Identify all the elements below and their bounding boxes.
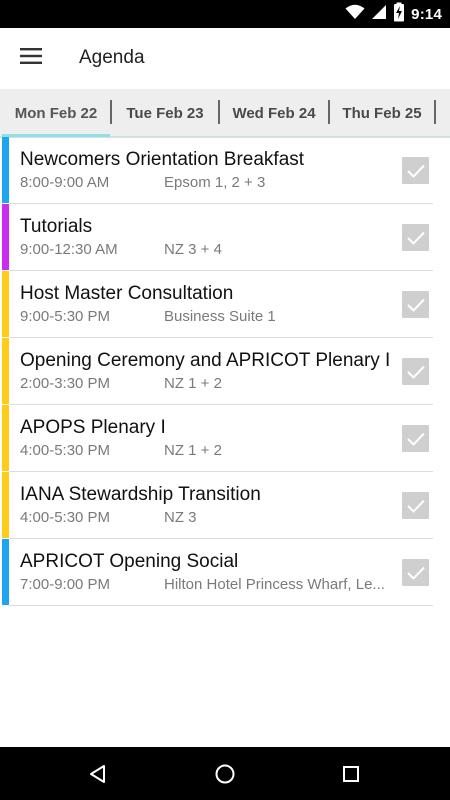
agenda-list: Newcomers Orientation Breakfast 8:00-9:0… <box>0 137 450 606</box>
agenda-item[interactable]: APOPS Plenary I 4:00-5:30 PM NZ 1 + 2 <box>0 405 450 472</box>
add-to-schedule-checkbox[interactable] <box>402 425 429 452</box>
list-divider <box>9 605 433 606</box>
tab-divider <box>434 100 436 124</box>
session-time: 2:00-3:30 PM <box>20 375 111 392</box>
checkmark-icon <box>406 566 425 580</box>
category-color-stripe <box>2 405 9 471</box>
hamburger-menu-icon <box>20 47 42 70</box>
add-to-schedule-checkbox[interactable] <box>402 358 429 385</box>
session-title: Opening Ceremony and APRICOT Plenary I <box>20 350 391 371</box>
date-tabs: Mon Feb 22 Tue Feb 23 Wed Feb 24 Thu Feb… <box>0 89 450 138</box>
recents-button[interactable] <box>321 747 381 800</box>
session-title: APRICOT Opening Social <box>20 551 239 572</box>
session-title: Host Master Consultation <box>20 283 234 304</box>
checkmark-icon <box>406 231 425 245</box>
status-icons: 9:14 <box>345 0 442 28</box>
add-to-schedule-checkbox[interactable] <box>402 559 429 586</box>
agenda-item[interactable]: Tutorials 9:00-12:30 AM NZ 3 + 4 <box>0 204 450 271</box>
session-title: APOPS Plenary I <box>20 417 166 438</box>
category-color-stripe <box>2 472 9 538</box>
session-location: NZ 1 + 2 <box>164 375 222 392</box>
battery-charging-icon <box>393 2 405 27</box>
category-color-stripe <box>2 137 9 203</box>
page-title: Agenda <box>79 47 145 68</box>
back-button[interactable] <box>68 747 128 800</box>
agenda-item[interactable]: Newcomers Orientation Breakfast 8:00-9:0… <box>0 137 450 204</box>
agenda-item[interactable]: Host Master Consultation 9:00-5:30 PM Bu… <box>0 271 450 338</box>
agenda-item[interactable]: Opening Ceremony and APRICOT Plenary I 2… <box>0 338 450 405</box>
session-title: IANA Stewardship Transition <box>20 484 261 505</box>
session-time: 4:00-5:30 PM <box>20 509 111 526</box>
tab-thu-feb-25[interactable]: Thu Feb 25 <box>330 89 434 137</box>
checkmark-icon <box>406 499 425 513</box>
checkmark-icon <box>406 164 425 178</box>
home-icon <box>215 764 235 783</box>
menu-button[interactable] <box>14 43 48 73</box>
tab-wed-feb-24[interactable]: Wed Feb 24 <box>220 89 328 137</box>
tab-tue-feb-23[interactable]: Tue Feb 23 <box>112 89 218 137</box>
session-location: Hilton Hotel Princess Wharf, Le... <box>164 576 385 593</box>
session-location: Business Suite 1 <box>164 308 276 325</box>
category-color-stripe <box>2 539 9 605</box>
agenda-item[interactable]: IANA Stewardship Transition 4:00-5:30 PM… <box>0 472 450 539</box>
app-bar: Agenda <box>0 28 450 89</box>
home-button[interactable] <box>195 747 255 800</box>
add-to-schedule-checkbox[interactable] <box>402 492 429 519</box>
session-title: Tutorials <box>20 216 93 237</box>
status-bar: 9:14 <box>0 0 450 28</box>
category-color-stripe <box>2 338 9 404</box>
session-time: 9:00-12:30 AM <box>20 241 118 258</box>
tab-mon-feb-22[interactable]: Mon Feb 22 <box>2 89 110 137</box>
back-icon <box>90 764 105 783</box>
agenda-item[interactable]: APRICOT Opening Social 7:00-9:00 PM Hilt… <box>0 539 450 606</box>
checkmark-icon <box>406 298 425 312</box>
checkmark-icon <box>406 432 425 446</box>
category-color-stripe <box>2 204 9 270</box>
session-location: NZ 1 + 2 <box>164 442 222 459</box>
recents-icon <box>343 765 359 782</box>
add-to-schedule-checkbox[interactable] <box>402 291 429 318</box>
session-location: Epsom 1, 2 + 3 <box>164 174 266 191</box>
category-color-stripe <box>2 271 9 337</box>
session-time: 9:00-5:30 PM <box>20 308 111 325</box>
session-location: NZ 3 <box>164 509 197 526</box>
checkmark-icon <box>406 365 425 379</box>
add-to-schedule-checkbox[interactable] <box>402 157 429 184</box>
wifi-icon <box>345 4 365 25</box>
system-nav-bar <box>0 747 450 800</box>
cell-signal-icon <box>371 4 387 25</box>
session-title: Newcomers Orientation Breakfast <box>20 149 305 170</box>
add-to-schedule-checkbox[interactable] <box>402 224 429 251</box>
session-time: 4:00-5:30 PM <box>20 442 111 459</box>
session-time: 8:00-9:00 AM <box>20 174 110 191</box>
session-location: NZ 3 + 4 <box>164 241 222 258</box>
screen: 9:14 Agenda Mon Feb 22 Tue Feb 23 Wed Fe… <box>0 0 450 800</box>
session-time: 7:00-9:00 PM <box>20 576 111 593</box>
status-time: 9:14 <box>411 5 442 23</box>
